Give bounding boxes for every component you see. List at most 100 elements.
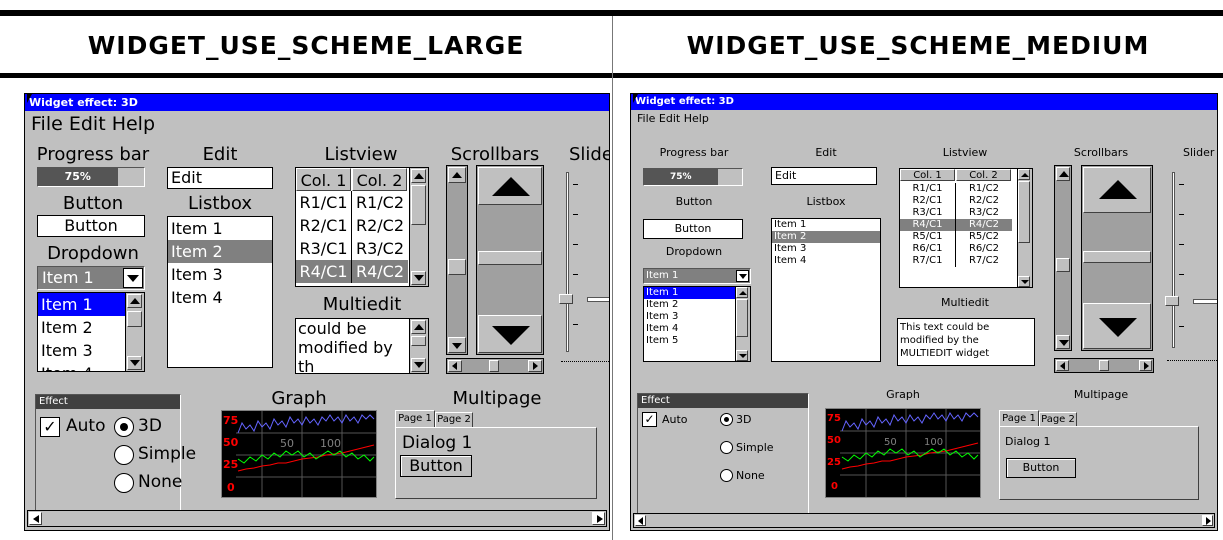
scroll-thumb[interactable] <box>1056 258 1070 272</box>
vertical-slider-thumb[interactable] <box>559 294 573 304</box>
scroll-thumb[interactable] <box>1018 181 1030 243</box>
scroll-up-button[interactable] <box>736 287 748 298</box>
radio-3d[interactable] <box>114 417 134 437</box>
horizontal-slider-track[interactable] <box>587 297 609 302</box>
list-item[interactable]: Item 1 <box>772 219 880 231</box>
scroll-down-button[interactable] <box>1018 276 1030 287</box>
tab-page-2[interactable]: Page 2 <box>1039 412 1077 427</box>
listview-cell[interactable]: R3/C2 <box>956 207 1012 219</box>
listview-cell[interactable]: R6/C1 <box>900 243 956 255</box>
menu-file[interactable]: File <box>637 112 655 125</box>
horizontal-scrollbar-small[interactable] <box>446 358 544 374</box>
scroll-left-button[interactable] <box>448 360 462 372</box>
window-horizontal-scrollbar[interactable] <box>27 510 607 527</box>
scroll-down-button[interactable] <box>1056 335 1070 349</box>
scroll-thumb[interactable] <box>1099 360 1109 371</box>
dialog-button[interactable]: Button <box>400 455 472 477</box>
listview-cell[interactable]: R2/C1 <box>900 195 956 207</box>
listview-cell[interactable]: R7/C2 <box>956 255 1012 267</box>
listview-scrollbar[interactable] <box>409 168 428 286</box>
listview-header[interactable]: Col. 1 <box>296 168 351 191</box>
vertical-scrollbar-small[interactable] <box>446 165 468 355</box>
multiedit-field[interactable]: This text could be modified by the MULTI… <box>897 318 1035 366</box>
listview[interactable]: Col. 1 Col. 2 R1/C1 R1/C2 R2/C1 R2/C2 R3/C1 R3/… <box>899 168 1033 288</box>
scroll-left-button[interactable] <box>635 515 646 526</box>
radio-simple[interactable] <box>720 441 733 454</box>
demo-button[interactable]: Button <box>643 219 743 239</box>
scroll-thumb[interactable] <box>127 311 142 327</box>
scroll-thumb[interactable] <box>1083 251 1151 263</box>
listview-cell[interactable]: R1/C1 <box>900 183 956 195</box>
scroll-right-button[interactable] <box>1139 360 1152 371</box>
vertical-scrollbar-large[interactable] <box>476 165 544 355</box>
scroll-up-button[interactable] <box>411 169 426 183</box>
listview-cell[interactable]: R2/C1 <box>296 214 352 237</box>
scroll-up-button[interactable] <box>1083 167 1151 213</box>
scroll-down-button[interactable] <box>411 358 426 372</box>
scroll-thumb[interactable] <box>411 336 426 346</box>
tab-page-2[interactable]: Page 2 <box>435 412 473 428</box>
scroll-up-button[interactable] <box>1018 169 1030 180</box>
scroll-thumb[interactable] <box>448 259 466 275</box>
list-item[interactable]: Item 2 <box>168 240 272 263</box>
scroll-up-button[interactable] <box>127 294 142 308</box>
auto-checkbox[interactable]: ✓ <box>40 417 60 437</box>
listview-cell[interactable]: R4/C2 <box>352 260 408 283</box>
scroll-up-button[interactable] <box>1056 167 1070 181</box>
vertical-slider-thumb[interactable] <box>1165 296 1179 306</box>
listbox[interactable]: Item 1 Item 2 Item 3 Item 4 <box>167 216 273 368</box>
listview-cell[interactable]: R3/C2 <box>352 237 408 260</box>
demo-button[interactable]: Button <box>37 215 145 237</box>
list-item[interactable]: Item 4 <box>772 255 880 267</box>
multiedit-field[interactable]: could be modified by th <box>295 318 429 374</box>
radio-none[interactable] <box>114 473 134 493</box>
menu-edit[interactable]: Edit <box>659 112 680 125</box>
listview-cell[interactable]: R5/C1 <box>900 231 956 243</box>
scroll-down-button[interactable] <box>1083 303 1151 349</box>
scroll-thumb[interactable] <box>43 511 558 526</box>
dropdown-arrow-button[interactable] <box>123 268 143 288</box>
scroll-right-button[interactable] <box>1202 515 1213 526</box>
listview-cell[interactable]: R1/C1 <box>296 191 352 214</box>
tab-page-1[interactable]: Page 1 <box>395 410 435 428</box>
listview-header[interactable]: Col. 1 <box>900 169 955 181</box>
horizontal-scrollbar-small[interactable] <box>1054 358 1154 373</box>
menu-help[interactable]: Help <box>112 113 155 135</box>
scroll-left-button[interactable] <box>1056 360 1069 371</box>
scroll-right-button[interactable] <box>528 360 542 372</box>
listview-cell[interactable]: R4/C2 <box>956 219 1012 231</box>
multiedit-scrollbar[interactable] <box>409 319 428 373</box>
vertical-slider-track[interactable] <box>566 172 569 352</box>
menu-help[interactable]: Help <box>684 112 709 125</box>
listview-cell[interactable]: R5/C2 <box>956 231 1012 243</box>
vertical-slider-track[interactable] <box>1172 172 1175 348</box>
list-item[interactable]: Item 4 <box>168 286 272 309</box>
list-item[interactable]: Item 3 <box>168 263 272 286</box>
listview-cell[interactable]: R3/C1 <box>296 237 352 260</box>
dropdown-select[interactable]: Item 1 <box>643 268 751 284</box>
dropdown-scrollbar[interactable] <box>125 293 144 371</box>
list-item[interactable]: Item 2 <box>772 231 880 243</box>
listview-cell[interactable]: R7/C1 <box>900 255 956 267</box>
scroll-down-button[interactable] <box>127 356 142 370</box>
scroll-down-button[interactable] <box>478 315 542 353</box>
radio-simple[interactable] <box>114 445 134 465</box>
listview-scrollbar[interactable] <box>1017 169 1032 287</box>
dropdown-arrow-button[interactable] <box>736 270 749 282</box>
dropdown-scrollbar[interactable] <box>735 287 750 361</box>
scroll-right-button[interactable] <box>592 512 605 525</box>
horizontal-slider-track[interactable] <box>1193 299 1217 304</box>
tab-page-1[interactable]: Page 1 <box>999 410 1039 427</box>
list-item[interactable]: Item 3 <box>772 243 880 255</box>
menu-file[interactable]: File <box>31 113 63 135</box>
listview-cell[interactable]: R2/C2 <box>956 195 1012 207</box>
listview-cell[interactable]: R6/C2 <box>956 243 1012 255</box>
vertical-scrollbar-large[interactable] <box>1081 165 1153 351</box>
scroll-up-button[interactable] <box>411 320 426 334</box>
listview-cell[interactable]: R1/C2 <box>956 183 1012 195</box>
scroll-up-button[interactable] <box>448 167 466 183</box>
scroll-down-button[interactable] <box>448 337 466 353</box>
listbox[interactable]: Item 1 Item 2 Item 3 Item 4 <box>771 218 881 362</box>
dropdown-select[interactable]: Item 1 <box>37 266 145 290</box>
radio-3d[interactable] <box>720 413 733 426</box>
